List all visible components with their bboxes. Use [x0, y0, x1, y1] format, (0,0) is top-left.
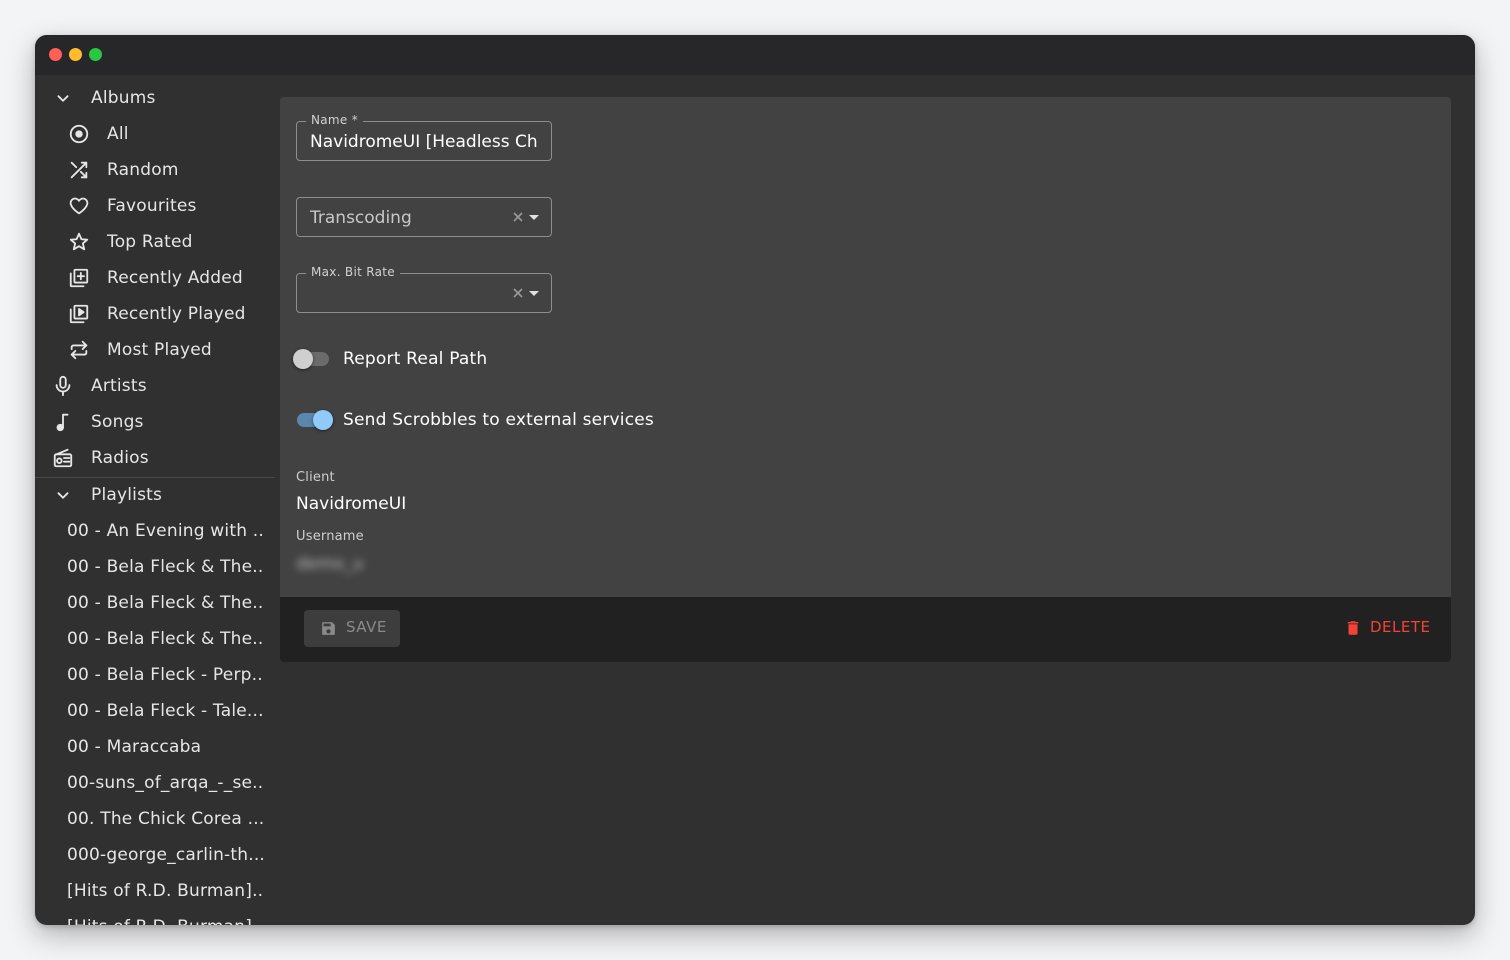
send-scrobbles-label: Send Scrobbles to external services: [343, 410, 654, 430]
sidebar-item-label: Artists: [91, 376, 147, 396]
max-bit-rate-label: Max. Bit Rate: [306, 265, 400, 279]
playlist-item[interactable]: [Hits of R.D. Burman]...: [35, 909, 275, 925]
sidebar: Albums All Random Favourites Top Rated R…: [35, 80, 275, 925]
chevron-down-icon: [51, 86, 75, 110]
playlist-item-label: 00. The Chick Corea ...: [67, 809, 263, 829]
sidebar-item-recently-played[interactable]: Recently Played: [35, 296, 275, 332]
sidebar-item-favourites[interactable]: Favourites: [35, 188, 275, 224]
sidebar-item-most-played[interactable]: Most Played: [35, 332, 275, 368]
sidebar-section-label: Playlists: [91, 485, 163, 505]
playlist-item[interactable]: 00 - Bela Fleck - Tale...: [35, 693, 275, 729]
sidebar-item-top-rated[interactable]: Top Rated: [35, 224, 275, 260]
heart-icon: [67, 194, 91, 218]
microphone-icon: [51, 374, 75, 398]
library-play-icon: [67, 302, 91, 326]
maximize-window-button[interactable]: [89, 48, 102, 61]
username-label: Username: [296, 529, 364, 544]
client-value: NavidromeUI: [296, 494, 407, 514]
playlist-item-label: 00-suns_of_arqa_-_se...: [67, 773, 263, 793]
save-button-label: SAVE: [346, 618, 387, 636]
save-button[interactable]: SAVE: [304, 610, 400, 647]
playlist-item[interactable]: 00 - Bela Fleck & The...: [35, 585, 275, 621]
toggle-thumb: [313, 410, 333, 430]
playlist-item-label: [Hits of R.D. Burman]...: [67, 881, 263, 901]
minimize-window-button[interactable]: [69, 48, 82, 61]
music-note-icon: [51, 410, 75, 434]
sidebar-section-albums[interactable]: Albums: [35, 80, 275, 116]
dropdown-arrow-icon[interactable]: [529, 291, 539, 296]
name-field-value[interactable]: NavidromeUI [Headless Chrome]: [310, 132, 538, 152]
player-edit-form: Name * NavidromeUI [Headless Chrome] Tra…: [280, 97, 1451, 662]
sidebar-item-songs[interactable]: Songs: [35, 404, 275, 440]
sidebar-item-label: Most Played: [107, 340, 212, 360]
sidebar-item-label: Random: [107, 160, 179, 180]
sidebar-item-artists[interactable]: Artists: [35, 368, 275, 404]
playlist-item[interactable]: 000-george_carlin-th...: [35, 837, 275, 873]
title-bar: [35, 35, 1475, 75]
playlist-item[interactable]: 00 - Bela Fleck & The...: [35, 549, 275, 585]
dropdown-arrow-icon[interactable]: [529, 215, 539, 220]
close-window-button[interactable]: [49, 48, 62, 61]
playlist-item-label: 00 - Bela Fleck & The...: [67, 593, 263, 613]
send-scrobbles-toggle[interactable]: [295, 410, 333, 430]
playlist-item[interactable]: 00 - An Evening with ...: [35, 513, 275, 549]
playlist-item-label: 000-george_carlin-th...: [67, 845, 263, 865]
sidebar-item-radios[interactable]: Radios: [35, 440, 275, 476]
radio-icon: [51, 446, 75, 470]
playlist-item[interactable]: 00-suns_of_arqa_-_se...: [35, 765, 275, 801]
playlist-item-label: 00 - Bela Fleck & The...: [67, 629, 263, 649]
max-bit-rate-select[interactable]: Max. Bit Rate: [296, 265, 552, 313]
transcoding-select-placeholder: Transcoding: [310, 208, 412, 228]
name-field-label: Name *: [306, 113, 364, 127]
username-value: demo_u: [296, 554, 364, 574]
library-add-icon: [67, 266, 91, 290]
name-field[interactable]: Name * NavidromeUI [Headless Chrome]: [296, 113, 552, 161]
playlist-item[interactable]: 00 - Bela Fleck & The...: [35, 621, 275, 657]
sidebar-item-label: Songs: [91, 412, 144, 432]
sidebar-section-playlists[interactable]: Playlists: [35, 477, 275, 513]
playlist-item-label: 00 - Maraccaba: [67, 737, 202, 757]
client-label: Client: [296, 470, 335, 485]
playlist-item[interactable]: 00 - Maraccaba: [35, 729, 275, 765]
toggle-thumb: [293, 349, 313, 369]
delete-button-label: DELETE: [1370, 618, 1431, 636]
star-icon: [67, 230, 91, 254]
sidebar-item-label: Top Rated: [107, 232, 193, 252]
sidebar-item-all[interactable]: All: [35, 116, 275, 152]
form-toolbar: SAVE DELETE: [280, 597, 1451, 662]
report-real-path-label: Report Real Path: [343, 349, 488, 369]
playlist-item-label: 00 - Bela Fleck & The...: [67, 557, 263, 577]
repeat-icon: [67, 338, 91, 362]
playlist-item-label: 00 - An Evening with ...: [67, 521, 263, 541]
playlist-item[interactable]: 00 - Bela Fleck - Perp...: [35, 657, 275, 693]
save-icon: [320, 620, 337, 637]
album-icon: [67, 122, 91, 146]
sidebar-item-recently-added[interactable]: Recently Added: [35, 260, 275, 296]
clear-icon[interactable]: [510, 209, 526, 225]
sidebar-section-label: Albums: [91, 88, 156, 108]
sidebar-item-label: Recently Played: [107, 304, 246, 324]
shuffle-icon: [67, 158, 91, 182]
playlist-item[interactable]: 00. The Chick Corea ...: [35, 801, 275, 837]
sidebar-item-label: Radios: [91, 448, 149, 468]
clear-icon[interactable]: [510, 285, 526, 301]
playlist-item-label: 00 - Bela Fleck - Tale...: [67, 701, 263, 721]
playlist-item-label: [Hits of R.D. Burman]...: [67, 917, 263, 925]
playlist-item-label: 00 - Bela Fleck - Perp...: [67, 665, 263, 685]
sidebar-item-label: Recently Added: [107, 268, 243, 288]
trash-icon: [1344, 619, 1362, 637]
playlist-item[interactable]: [Hits of R.D. Burman]...: [35, 873, 275, 909]
sidebar-item-label: All: [107, 124, 129, 144]
sidebar-item-label: Favourites: [107, 196, 197, 216]
app-window: Albums All Random Favourites Top Rated R…: [35, 35, 1475, 925]
transcoding-select[interactable]: Transcoding: [296, 197, 552, 237]
report-real-path-toggle[interactable]: [293, 349, 331, 369]
delete-button[interactable]: DELETE: [1340, 612, 1430, 644]
sidebar-item-random[interactable]: Random: [35, 152, 275, 188]
chevron-down-icon: [51, 483, 75, 507]
